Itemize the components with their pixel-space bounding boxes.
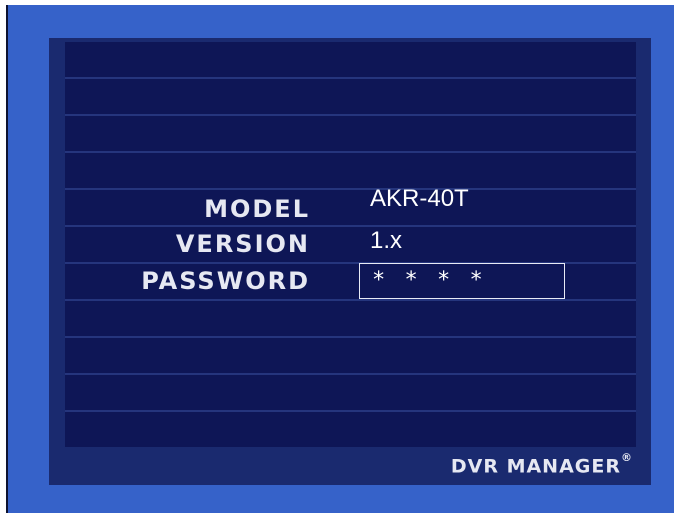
version-label: VERSION	[175, 230, 310, 258]
brand-name: DVR MANAGER	[450, 455, 621, 477]
dvr-screen-frame: MODEL AKR-40T VERSION 1.x PASSWORD * * *…	[6, 5, 674, 513]
model-value: AKR-40T	[370, 185, 469, 212]
brand-logo: DVR MANAGER®	[450, 451, 633, 477]
password-input[interactable]: * * * *	[359, 263, 565, 299]
registered-mark: ®	[621, 450, 633, 464]
version-value: 1.x	[370, 227, 403, 254]
model-label: MODEL	[204, 195, 310, 223]
password-label: PASSWORD	[141, 267, 310, 295]
login-display: MODEL AKR-40T VERSION 1.x PASSWORD * * *…	[65, 42, 636, 447]
password-masked-value: * * * *	[372, 268, 486, 293]
login-panel: MODEL AKR-40T VERSION 1.x PASSWORD * * *…	[49, 38, 651, 485]
